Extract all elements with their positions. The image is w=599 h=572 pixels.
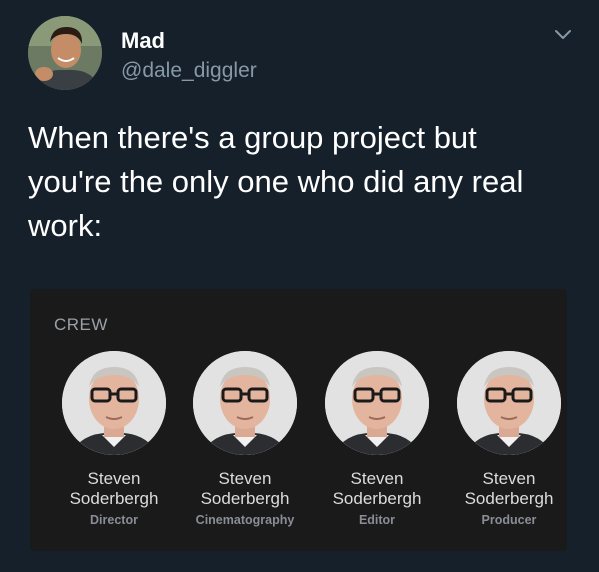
crew-member-producer: Steven Soderbergh Producer (443, 351, 575, 527)
media-image[interactable]: CREW Steven Soderbergh Director Steven S… (30, 289, 567, 551)
crew-member-editor: Steven Soderbergh Editor (311, 351, 443, 527)
tweet: Mad @dale_diggler When there's a group p… (0, 0, 599, 572)
crew-first-name: Steven (218, 469, 272, 488)
crew-member-cinematography: Steven Soderbergh Cinematography (179, 351, 311, 527)
crew-first-name: Steven (350, 469, 404, 488)
avatar[interactable] (28, 16, 102, 90)
crew-role: Cinematography (195, 513, 295, 527)
display-name[interactable]: Mad (121, 28, 165, 54)
tweet-text-line: work: (28, 208, 103, 243)
crew-last-name: Soderbergh (69, 489, 159, 508)
crew-photo (457, 351, 561, 455)
tweet-text-line: you're the only one who did any real (28, 164, 524, 199)
crew-first-name: Steven (482, 469, 536, 488)
crew-section-label: CREW (54, 315, 108, 334)
crew-role: Director (90, 513, 138, 527)
crew-role: Editor (358, 513, 396, 527)
profile-photo (28, 16, 102, 90)
tweet-text-line: When there's a group project but (28, 120, 477, 155)
crew-photo (62, 351, 166, 455)
crew-last-name: Soderbergh (464, 489, 554, 508)
tweet-text: When there's a group project but you're … (28, 116, 573, 248)
crew-last-name: Soderbergh (200, 489, 290, 508)
crew-photo (193, 351, 297, 455)
crew-photo (325, 351, 429, 455)
crew-role: Producer (481, 513, 537, 527)
crew-last-name: Soderbergh (332, 489, 422, 508)
crew-member-director: Steven Soderbergh Director (48, 351, 180, 527)
crew-first-name: Steven (87, 469, 141, 488)
chevron-down-icon[interactable] (553, 28, 573, 42)
user-handle[interactable]: @dale_diggler (121, 59, 257, 83)
